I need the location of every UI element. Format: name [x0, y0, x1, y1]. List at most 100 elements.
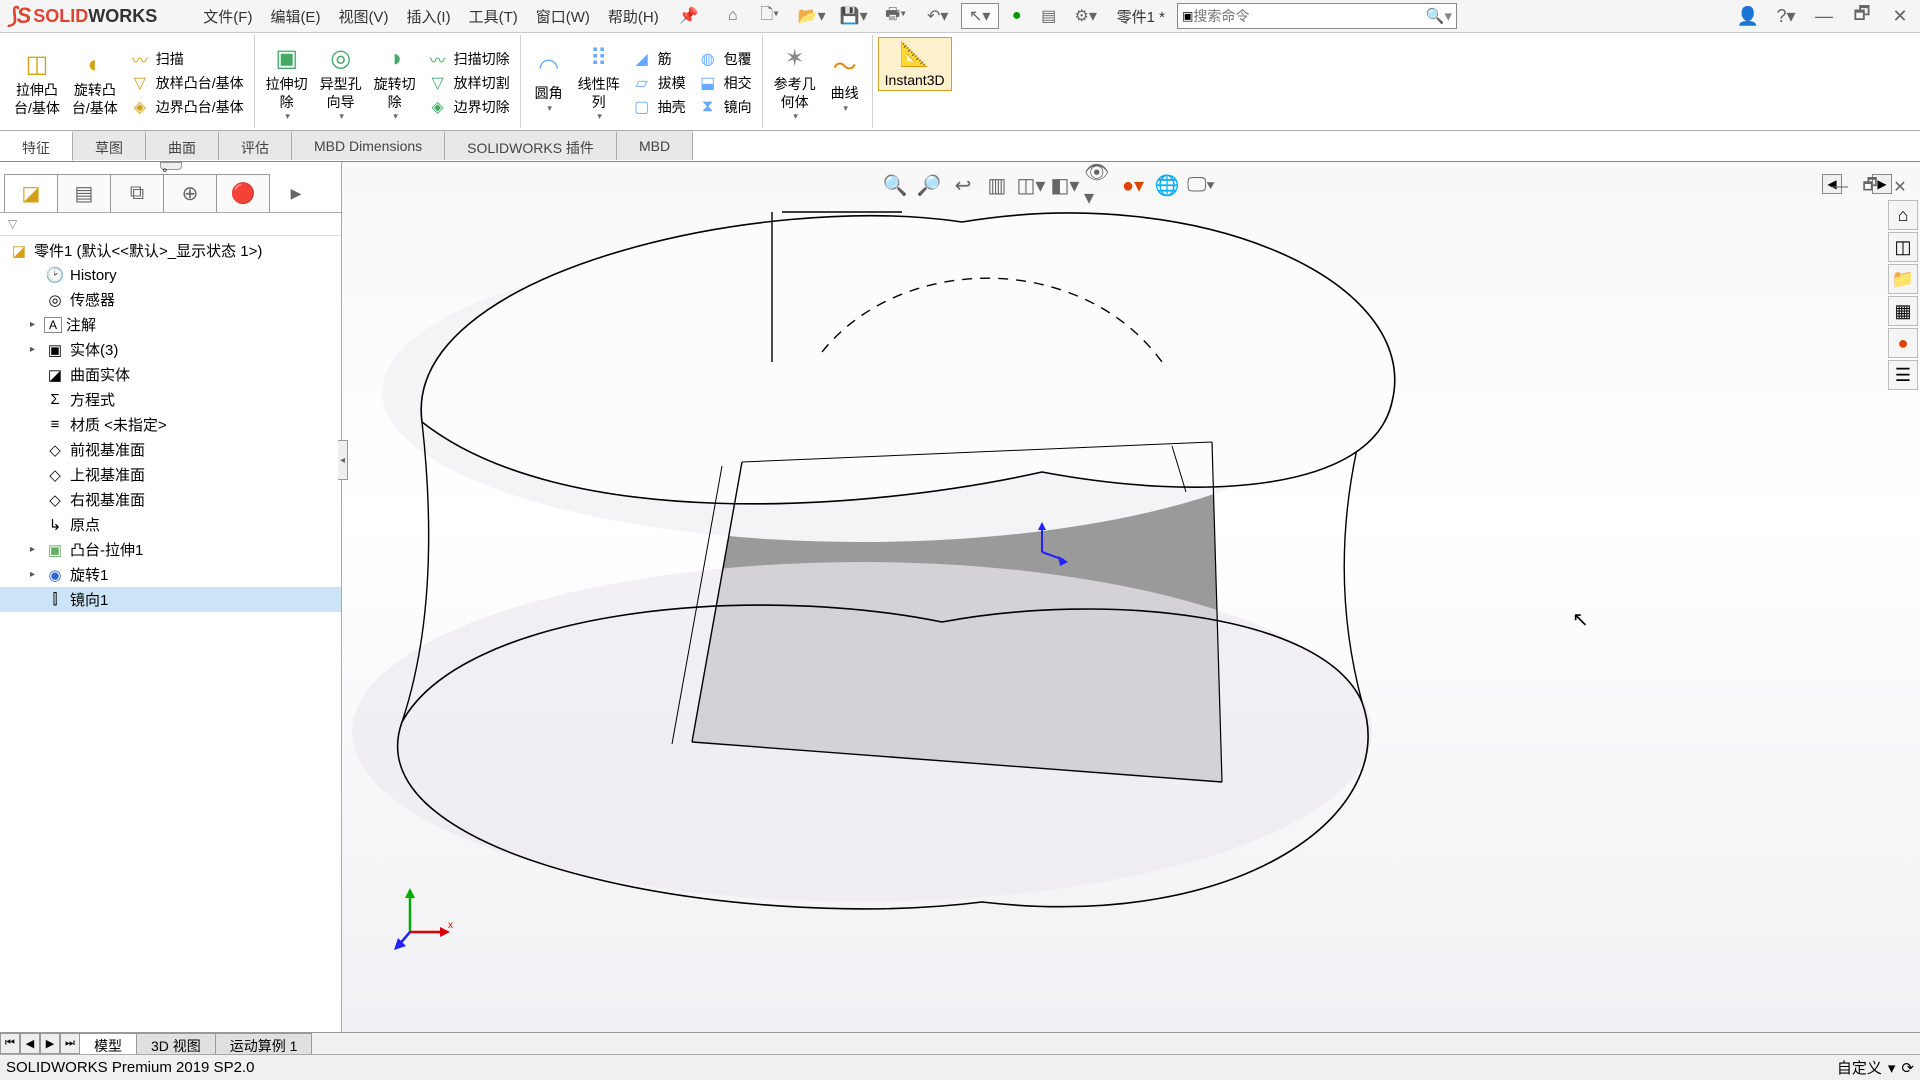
user-icon[interactable]: 👤: [1734, 3, 1762, 29]
menu-view[interactable]: 视图(V): [330, 2, 396, 31]
sweep-cut-button[interactable]: 〰扫描切除: [426, 48, 512, 70]
curves-button[interactable]: 〜曲线▾: [822, 51, 868, 114]
search-box[interactable]: ▣ 🔍▾: [1177, 3, 1457, 29]
pin-icon[interactable]: 📌: [679, 6, 699, 26]
child-minimize-icon[interactable]: —: [1826, 174, 1854, 200]
status-dropdown-icon[interactable]: ▾: [1888, 1059, 1896, 1077]
shell-button[interactable]: ▢抽壳: [630, 96, 688, 118]
draft-button[interactable]: ▱拔模: [630, 72, 688, 94]
options-list-icon[interactable]: ▤: [1035, 3, 1063, 29]
tree-root[interactable]: ◪零件1 (默认<<默认>_显示状态 1>): [0, 238, 341, 263]
tree-front-plane[interactable]: ◇前视基准面: [0, 437, 341, 462]
view-settings-icon[interactable]: 🖵▾: [1186, 171, 1216, 199]
revolve-cut-button[interactable]: ◑旋转切 除▾: [368, 42, 422, 122]
minimize-icon[interactable]: —: [1810, 3, 1838, 29]
tree-right-plane[interactable]: ◇右视基准面: [0, 487, 341, 512]
panel-tab-display[interactable]: 🔴: [216, 174, 270, 212]
menu-help[interactable]: 帮助(H): [600, 2, 667, 31]
tab-mbd[interactable]: MBD: [617, 131, 693, 160]
tree-annotations[interactable]: ▸A注解: [0, 312, 341, 337]
boundary-cut-button[interactable]: ◈边界切除: [426, 96, 512, 118]
menu-file[interactable]: 文件(F): [195, 2, 260, 31]
status-custom-label[interactable]: 自定义: [1837, 1057, 1882, 1078]
instant3d-button[interactable]: 📐Instant3D: [878, 37, 952, 91]
child-close-icon[interactable]: ✕: [1886, 174, 1914, 200]
tab-surfaces[interactable]: 曲面: [146, 131, 219, 160]
loft-boss-button[interactable]: ▽放样凸台/基体: [128, 72, 246, 94]
tree-origin[interactable]: ↳原点: [0, 512, 341, 537]
tree-top-plane[interactable]: ◇上视基准面: [0, 462, 341, 487]
hole-wizard-button[interactable]: ◎异型孔 向导▾: [314, 42, 368, 122]
panel-tab-property[interactable]: ▤: [57, 174, 111, 212]
tree-mirror1[interactable]: ⫿镜向1: [0, 587, 341, 612]
settings-icon[interactable]: ⚙▾: [1067, 3, 1105, 29]
3d-viewport[interactable]: x ↖: [342, 162, 1920, 1054]
tree-revolve1[interactable]: ▸◉旋转1: [0, 562, 341, 587]
panel-tab-feature-tree[interactable]: ◪: [4, 174, 58, 212]
menu-insert[interactable]: 插入(I): [398, 2, 458, 31]
mirror-button[interactable]: ⧗镜向: [696, 96, 754, 118]
restore-icon[interactable]: 🗗: [1848, 3, 1876, 29]
zoom-area-icon[interactable]: 🔎: [914, 171, 944, 199]
taskpane-design-library-icon[interactable]: ◫: [1888, 232, 1918, 262]
loft-cut-button[interactable]: ▽放样切割: [426, 72, 512, 94]
extrude-cut-button[interactable]: ▣拉伸切 除▾: [260, 42, 314, 122]
taskpane-custom-props-icon[interactable]: ☰: [1888, 360, 1918, 390]
bottom-tab-motion[interactable]: 运动算例 1: [215, 1033, 313, 1054]
taskpane-file-explorer-icon[interactable]: 📁: [1888, 264, 1918, 294]
hide-show-icon[interactable]: 👁▾: [1084, 171, 1114, 199]
home-icon[interactable]: ⌂: [719, 3, 747, 29]
panel-tab-more[interactable]: ▶: [269, 174, 323, 212]
select-icon[interactable]: ↖▾: [961, 3, 999, 29]
sweep-boss-button[interactable]: 〰扫描: [128, 48, 246, 70]
display-style-icon[interactable]: ◧▾: [1050, 171, 1080, 199]
view-orientation-icon[interactable]: ◫▾: [1016, 171, 1046, 199]
section-view-icon[interactable]: ▥: [982, 171, 1012, 199]
tab-mbd-dimensions[interactable]: MBD Dimensions: [292, 131, 445, 160]
tab-nav-next[interactable]: ▶: [40, 1033, 60, 1054]
tree-filter[interactable]: ▽: [0, 213, 341, 236]
save-icon[interactable]: 💾▾: [835, 3, 873, 29]
menu-tools[interactable]: 工具(T): [461, 2, 526, 31]
taskpane-appearances-icon[interactable]: ●: [1888, 328, 1918, 358]
linear-pattern-button[interactable]: ⠿线性阵 列▾: [572, 42, 626, 122]
extrude-boss-button[interactable]: ◫拉伸凸 台/基体: [8, 48, 66, 117]
bottom-tab-3dview[interactable]: 3D 视图: [136, 1033, 216, 1054]
new-icon[interactable]: 🗋▾: [751, 3, 789, 29]
rebuild-icon[interactable]: ●: [1003, 3, 1031, 29]
ref-geometry-button[interactable]: ✶参考几 何体▾: [768, 42, 822, 122]
boundary-boss-button[interactable]: ◈边界凸台/基体: [128, 96, 246, 118]
bottom-tab-model[interactable]: 模型: [79, 1033, 137, 1054]
rib-button[interactable]: ◢筋: [630, 48, 688, 70]
taskpane-view-palette-icon[interactable]: ▦: [1888, 296, 1918, 326]
panel-splitter-handle[interactable]: ∘: [160, 162, 182, 170]
zoom-fit-icon[interactable]: 🔍: [880, 171, 910, 199]
edit-appearance-icon[interactable]: ●▾: [1118, 171, 1148, 199]
tab-sketch[interactable]: 草图: [73, 131, 146, 160]
tree-sensors[interactable]: ◎传感器: [0, 287, 341, 312]
menu-edit[interactable]: 编辑(E): [262, 2, 328, 31]
wrap-button[interactable]: ◍包覆: [696, 48, 754, 70]
tab-sw-addins[interactable]: SOLIDWORKS 插件: [445, 131, 617, 160]
tree-equations[interactable]: Σ方程式: [0, 387, 341, 412]
child-restore-icon[interactable]: 🗗: [1856, 174, 1884, 200]
status-refresh-icon[interactable]: ⟳: [1901, 1059, 1914, 1077]
intersect-button[interactable]: ⬓相交: [696, 72, 754, 94]
help-icon[interactable]: ?▾: [1772, 3, 1800, 29]
tab-nav-first[interactable]: ⏮: [0, 1033, 20, 1054]
close-icon[interactable]: ✕: [1886, 3, 1914, 29]
tree-solid-bodies[interactable]: ▸▣实体(3): [0, 337, 341, 362]
apply-scene-icon[interactable]: 🌐: [1152, 171, 1182, 199]
print-icon[interactable]: 🖶▾: [877, 3, 915, 29]
panel-tab-config[interactable]: ⧉: [110, 174, 164, 212]
tree-surface-bodies[interactable]: ◪曲面实体: [0, 362, 341, 387]
fillet-button[interactable]: ◠圆角▾: [526, 51, 572, 114]
tree-extrude1[interactable]: ▸▣凸台-拉伸1: [0, 537, 341, 562]
tab-features[interactable]: 特征: [0, 131, 73, 161]
undo-icon[interactable]: ↶▾: [919, 3, 957, 29]
tree-material[interactable]: ≡材质 <未指定>: [0, 412, 341, 437]
revolve-boss-button[interactable]: ◐旋转凸 台/基体: [66, 48, 124, 117]
panel-tab-dimxpert[interactable]: ⊕: [163, 174, 217, 212]
search-input[interactable]: [1193, 8, 1425, 24]
tab-evaluate[interactable]: 评估: [219, 131, 292, 160]
